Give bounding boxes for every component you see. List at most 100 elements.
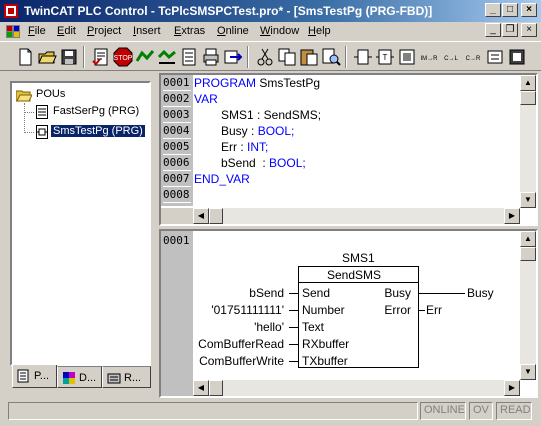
fb-input-arg[interactable]: '01751111111' (211, 303, 284, 317)
input-icon[interactable]: IM→R (418, 46, 440, 68)
maximize-button[interactable]: □ (502, 3, 518, 17)
keyword: PROGRAM (194, 76, 257, 90)
copy-icon[interactable] (276, 46, 298, 68)
save-icon[interactable] (58, 46, 80, 68)
code-line: Busy : BOOL; (221, 123, 294, 139)
fb-type-name: SendSMS (327, 268, 382, 282)
menu-window[interactable]: Window (260, 25, 299, 37)
title-bar[interactable]: TwinCAT PLC Control - TcPlcSMSPCTest.pro… (0, 0, 541, 22)
object-tabs: P... D... R... (12, 365, 151, 388)
fbd-horizontal-scrollbar[interactable]: ◀ ▶ (193, 380, 520, 396)
line-number: 0004 (163, 124, 191, 139)
type-keyword: BOOL; (269, 156, 306, 170)
scroll-down-button[interactable]: ▼ (520, 192, 536, 208)
fb-input-arg[interactable]: bSend (249, 286, 284, 300)
fb-input-pin: Send (302, 286, 331, 300)
fb-instance-name[interactable]: SMS1 (342, 251, 375, 265)
network-number: 0001 (163, 234, 190, 247)
tree-item-smstestpg[interactable]: SmsTestPg (PRG) (36, 124, 148, 140)
box-icon[interactable] (396, 46, 418, 68)
tree-item-fastserpg[interactable]: FastSerPg (PRG) (36, 104, 148, 120)
box-en-icon[interactable] (484, 46, 506, 68)
print-icon[interactable] (200, 46, 222, 68)
menu-edit[interactable]: Edit (57, 25, 76, 37)
new-icon[interactable] (14, 46, 36, 68)
fb-output-target[interactable]: Busy (467, 286, 494, 300)
keyword: VAR (194, 92, 218, 106)
line-number: 0008 (163, 188, 191, 203)
scroll-up-button[interactable]: ▲ (520, 75, 536, 91)
tree-item-label: FastSerPg (PRG) (53, 105, 140, 117)
login-icon[interactable] (222, 46, 244, 68)
menu-online[interactable]: Online (217, 25, 249, 37)
cut-icon[interactable] (254, 46, 276, 68)
coil-icon[interactable]: C→R (462, 46, 484, 68)
fbd-editor[interactable]: 0001 SMS1 SendSMS Send Number Text RXbuf… (159, 229, 538, 398)
menu-project[interactable]: Project (87, 25, 121, 37)
tree-root-pous[interactable]: POUs (16, 87, 116, 103)
svg-text:IM→R: IM→R (421, 56, 439, 62)
window-title: TwinCAT PLC Control - TcPlcSMSPCTest.pro… (24, 4, 433, 18)
reset-icon[interactable] (156, 46, 178, 68)
scroll-left-button[interactable]: ◀ (193, 208, 209, 224)
tab-data-types[interactable]: D... (57, 366, 102, 388)
scroll-thumb[interactable] (209, 380, 223, 396)
decl-vertical-scrollbar[interactable]: ▲ ▼ (520, 75, 536, 208)
tree-connector (24, 103, 25, 133)
fb-input-arg[interactable]: ComBufferRead (198, 337, 284, 351)
paste-icon[interactable] (298, 46, 320, 68)
fb-input-arg[interactable]: ComBufferWrite (199, 354, 284, 368)
mdi-close-button[interactable]: × (521, 23, 537, 37)
menu-extras[interactable]: Extras (174, 25, 205, 37)
svg-text:STOP: STOP (114, 55, 133, 62)
tree-connector (24, 112, 34, 113)
status-online: ONLINE (420, 402, 466, 420)
menu-help[interactable]: Help (308, 25, 331, 37)
assign-icon[interactable]: T (374, 46, 396, 68)
run-icon[interactable] (134, 46, 156, 68)
scroll-thumb[interactable] (520, 247, 536, 261)
var-decl: SMS1 : SendSMS; (221, 108, 322, 122)
fb-output-target[interactable]: Err (426, 303, 442, 317)
tab-pous[interactable]: P... (12, 365, 57, 388)
mdi-restore-button[interactable]: ❐ (502, 23, 518, 37)
contact-icon[interactable]: C→L (440, 46, 462, 68)
scroll-left-button[interactable]: ◀ (193, 380, 209, 396)
network-icon[interactable] (506, 46, 528, 68)
decl-horizontal-scrollbar[interactable]: ◀ ▶ (193, 208, 520, 224)
menu-insert[interactable]: Insert (133, 25, 161, 37)
mdi-minimize-button[interactable]: _ (485, 23, 501, 37)
toolbar-separator (345, 46, 347, 68)
scroll-thumb[interactable] (520, 91, 536, 105)
build-icon[interactable] (90, 46, 112, 68)
tree-item-label: SmsTestPg (PRG) (51, 125, 145, 137)
folder-open-icon (16, 90, 32, 102)
declaration-editor[interactable]: 0001 0002 0003 0004 0005 0006 0007 0008 … (159, 73, 538, 226)
fb-input-arg[interactable]: 'hello' (254, 320, 284, 334)
fbd-vertical-scrollbar[interactable]: ▲ ▼ (520, 231, 536, 380)
toolbar: STOP T IM→R C→L C→R (0, 41, 541, 71)
scroll-thumb[interactable] (209, 208, 223, 224)
scroll-right-button[interactable]: ▶ (504, 208, 520, 224)
program-doc-icon (36, 105, 48, 119)
scroll-up-button[interactable]: ▲ (520, 231, 536, 247)
scroll-right-button[interactable]: ▶ (504, 380, 520, 396)
minimize-button[interactable]: _ (485, 3, 501, 17)
menu-file[interactable]: File (28, 25, 46, 37)
fb-input-pin: TXbuffer (302, 354, 348, 368)
stop-icon[interactable]: STOP (112, 46, 134, 68)
step-icon[interactable] (178, 46, 200, 68)
scroll-down-button[interactable]: ▼ (520, 364, 536, 380)
type-keyword: INT; (247, 140, 269, 154)
tab-resources[interactable]: R... (102, 366, 151, 388)
tree-connector (24, 132, 34, 133)
keyword: END_VAR (194, 172, 250, 186)
line-number: 0007 (163, 172, 191, 187)
input-wire (289, 310, 298, 311)
fb-input-pin: Number (302, 303, 345, 317)
document-system-icon[interactable] (6, 25, 20, 38)
declaration-icon[interactable] (352, 46, 374, 68)
open-icon[interactable] (36, 46, 58, 68)
close-button[interactable]: × (521, 3, 537, 17)
find-icon[interactable] (320, 46, 342, 68)
